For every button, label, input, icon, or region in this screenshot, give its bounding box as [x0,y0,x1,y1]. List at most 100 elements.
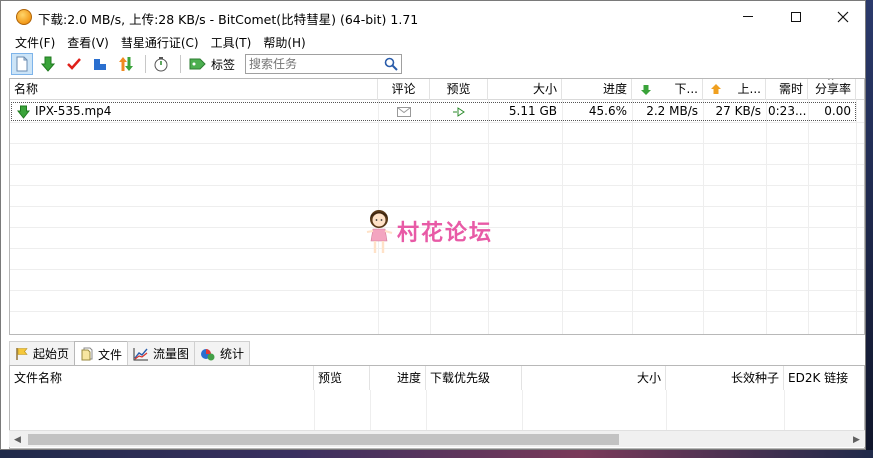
files-icon [81,347,93,361]
task-list-header: 名称 评论 预览 大小 进度 下... 上... 需时 分享率 ^ [10,79,864,100]
bitcomet-window: 下载:2.0 MB/s, 上传:28 KB/s - BitComet(比特彗星)… [0,0,866,450]
column-file-size[interactable]: 大小 [522,366,666,390]
column-download-speed[interactable]: 下... [632,79,703,100]
grid-line [666,390,667,434]
grid-line [10,311,864,312]
upload-arrow-icon [711,84,721,94]
minimize-button[interactable] [725,1,771,32]
close-button[interactable] [820,1,865,32]
checkmark-icon [67,58,81,70]
download-arrow-icon [641,85,651,95]
grid-line [766,100,767,334]
grid-line [10,143,864,144]
grid-line [10,269,864,270]
forum-watermark: 村花论坛 [365,207,493,255]
task-download-speed: 2.2 MB/s [646,104,698,118]
toolbar-separator [145,55,146,73]
comment-icon[interactable] [397,107,411,117]
search-box[interactable] [245,54,403,74]
grid-line [562,100,563,334]
maximize-button[interactable] [773,1,819,32]
tab-statistics[interactable]: 统计 [194,341,251,365]
column-size[interactable]: 大小 [488,79,562,100]
all-tasks-button[interactable] [11,53,33,75]
scroll-left-button[interactable]: ◀ [9,431,26,448]
column-download-speed-label: 下... [674,82,698,96]
girl-mascot-icon [366,210,393,253]
downloading-status-icon [17,105,30,119]
desktop-background [866,0,873,458]
column-long-term-seed[interactable]: 长效种子 [666,366,784,390]
column-file-progress[interactable]: 进度 [370,366,426,390]
scrollbar-thumb[interactable] [28,434,619,445]
grid-line [522,390,523,434]
preview-play-icon[interactable] [453,107,467,117]
line-chart-icon [133,347,149,360]
search-icon[interactable] [384,57,398,71]
title-bar: 下载:2.0 MB/s, 上传:28 KB/s - BitComet(比特彗星)… [1,1,865,32]
task-list[interactable]: 名称 评论 预览 大小 进度 下... 上... 需时 分享率 ^ IPX-53… [9,78,865,335]
grid-line [10,122,864,123]
menu-view[interactable]: 查看(V) [61,34,115,51]
column-preview[interactable]: 预览 [430,79,488,100]
column-upload-speed[interactable]: 上... [703,79,766,100]
file-list-header: 文件名称 预览 进度 下载优先级 大小 长效种子 ED2K 链接 ^ [10,366,864,390]
scroll-right-icon: ▶ [853,434,860,445]
maximize-icon [791,11,801,22]
downloading-tasks-button[interactable] [37,53,59,75]
column-ed2k-link[interactable]: ED2K 链接 [784,366,864,390]
horizontal-scrollbar[interactable]: ◀ ▶ [9,430,865,447]
column-eta[interactable]: 需时 [766,79,808,100]
tab-traffic-graph-label: 流量图 [153,347,190,361]
scroll-left-icon: ◀ [14,434,21,445]
close-icon [837,11,849,22]
sort-indicator-icon: ^ [160,365,168,372]
tab-files-label: 文件 [98,347,123,362]
updown-arrows-icon [119,57,133,71]
grid-line [10,164,864,165]
seeding-tasks-button[interactable] [89,53,111,75]
tag-button-label: 标签 [211,57,236,72]
column-file-priority[interactable]: 下载优先级 [426,366,522,390]
grid-line [808,100,809,334]
grid-line [784,390,785,434]
tab-start-page-label: 起始页 [33,347,70,361]
menu-file[interactable]: 文件(F) [9,34,61,51]
task-upload-speed: 27 KB/s [715,104,761,118]
task-size: 5.11 GB [508,104,557,118]
scroll-right-button[interactable]: ▶ [848,431,865,448]
watermark-text: 村花论坛 [397,221,494,246]
tab-start-page[interactable]: 起始页 [9,341,76,365]
menu-passport[interactable]: 彗星通行证(C) [115,34,205,51]
bitcomet-app-icon[interactable] [16,9,32,25]
statistics-icon [201,348,215,360]
grid-line [314,390,315,434]
desktop-background-bottom [0,450,873,458]
task-row[interactable]: IPX-535.mp4 5.11 GB 45.6% 2.2 MB/s 27 KB… [11,102,856,121]
tab-traffic-graph[interactable]: 流量图 [127,341,196,365]
grid-line [856,100,857,334]
bottom-tab-bar: 起始页 文件 流量图 统计 [9,341,251,366]
scheduler-button[interactable] [150,53,172,75]
tag-button[interactable]: 标签 [185,53,239,75]
grid-line [10,185,864,186]
task-progress: 45.6% [588,104,627,118]
completed-tasks-button[interactable] [63,53,85,75]
menu-tools[interactable]: 工具(T) [205,34,258,51]
menu-help[interactable]: 帮助(H) [257,34,311,51]
grid-line [426,390,427,434]
flag-icon [16,347,28,360]
minimize-icon [743,16,753,17]
grid-line [10,290,864,291]
search-input[interactable] [246,55,377,73]
column-comment[interactable]: 评论 [378,79,430,100]
column-name[interactable]: 名称 [10,79,378,100]
tab-statistics-label: 统计 [220,347,245,361]
upload-download-tasks-button[interactable] [115,53,137,75]
column-progress[interactable]: 进度 [562,79,632,100]
column-upload-speed-label: 上... [737,82,761,96]
toolbar: 标签 [1,52,865,76]
tab-files[interactable]: 文件 [74,341,129,366]
column-file-preview[interactable]: 预览 [314,366,370,390]
tag-icon [189,58,206,70]
